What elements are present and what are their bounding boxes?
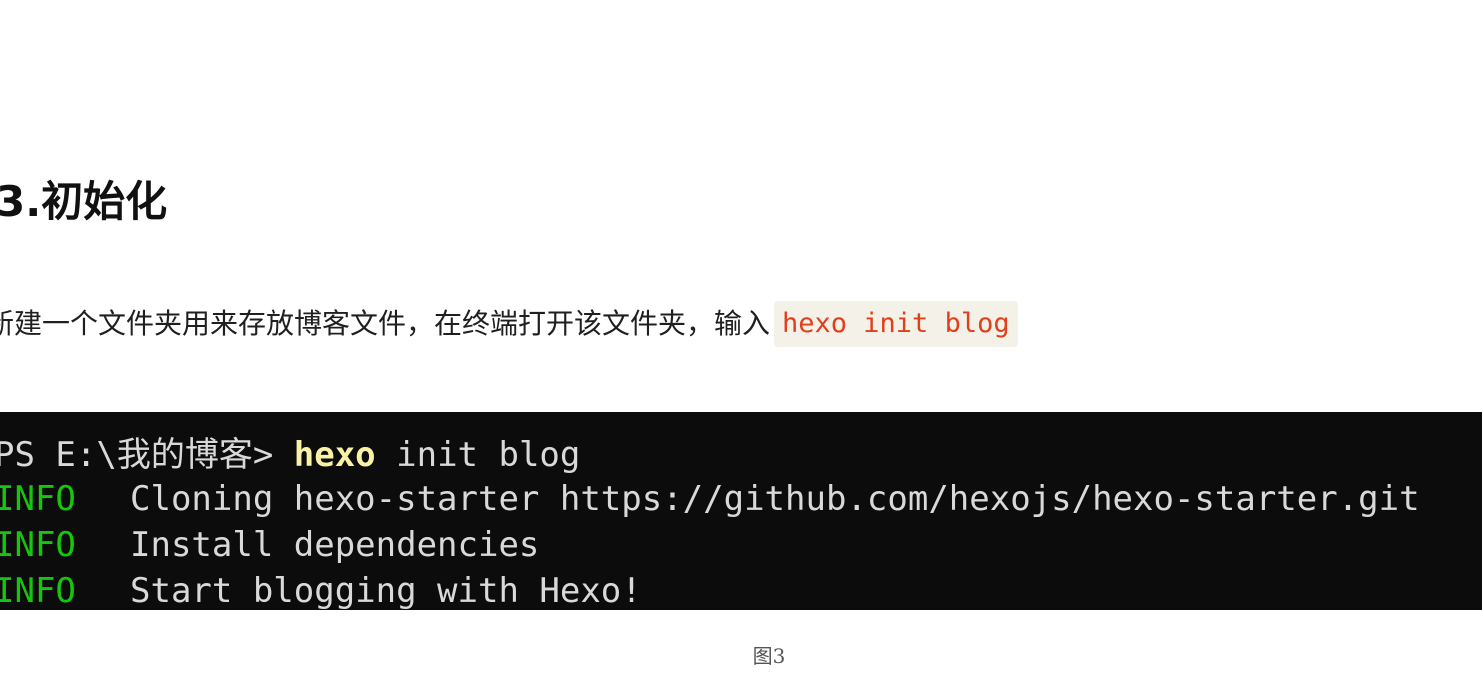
log-level-info: INFO: [0, 479, 76, 519]
paragraph-text: 新建一个文件夹用来存放博客文件，在终端打开该文件夹，输入: [0, 307, 771, 340]
terminal-output-line: INFO Install dependencies: [0, 522, 539, 568]
section-heading: 3.初始化: [0, 177, 168, 226]
terminal-command-line: PS E:\我的博客> hexo init blog: [0, 432, 580, 478]
figure-caption: 图3: [752, 644, 786, 668]
log-message: Install dependencies: [130, 525, 540, 565]
terminal-screenshot: PS E:\我的博客> hexo init blog INFO Cloning h…: [0, 412, 1482, 610]
log-level-info: INFO: [0, 571, 76, 610]
log-message: Start blogging with Hexo!: [130, 571, 642, 610]
terminal-command-name: hexo: [293, 435, 376, 475]
terminal-prompt: PS E:\我的博客>: [0, 435, 294, 475]
terminal-output-line: INFO Cloning hexo-starter https://github.…: [0, 476, 1420, 522]
inline-code: hexo init blog: [774, 301, 1018, 347]
terminal-command-args: init blog: [375, 435, 581, 475]
log-message: Cloning hexo-starter https://github.com/…: [130, 479, 1420, 519]
terminal-output-line: INFO Start blogging with Hexo!: [0, 568, 642, 610]
paragraph: 新建一个文件夹用来存放博客文件，在终端打开该文件夹，输入 hexo init b…: [0, 300, 1018, 348]
log-level-info: INFO: [0, 525, 76, 565]
